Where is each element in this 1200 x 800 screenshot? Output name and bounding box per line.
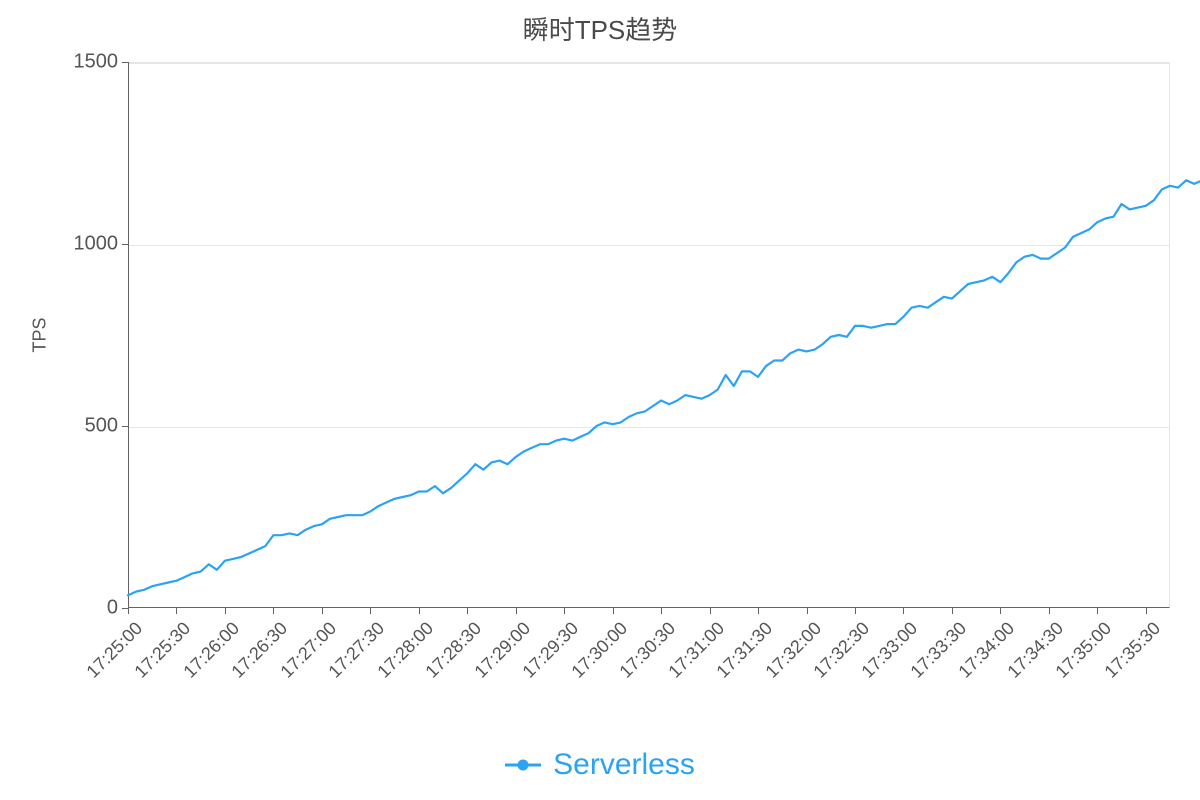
x-tick-mark [1146,608,1147,614]
legend: Serverless [0,748,1200,782]
y-tick-label: 500 [38,415,118,438]
x-tick-mark [176,608,177,614]
x-tick-mark [661,608,662,614]
x-tick-mark [1000,608,1001,614]
chart-title: 瞬时TPS趋势 [0,10,1200,47]
series-line-serverless [128,135,1200,596]
x-tick-mark [225,608,226,614]
x-tick-mark [128,608,129,614]
y-tick-mark [122,62,128,63]
x-tick-mark [952,608,953,614]
y-tick-mark [122,244,128,245]
x-tick-mark [1097,608,1098,614]
legend-item-serverless[interactable]: Serverless [505,748,695,782]
x-tick-mark [855,608,856,614]
x-tick-mark [807,608,808,614]
x-tick-mark [710,608,711,614]
x-tick-mark [467,608,468,614]
x-tick-mark [419,608,420,614]
legend-label: Serverless [553,748,695,782]
x-tick-mark [613,608,614,614]
legend-swatch-icon [505,759,541,771]
x-tick-mark [564,608,565,614]
x-tick-mark [322,608,323,614]
y-tick-label: 1000 [38,233,118,256]
x-tick-mark [903,608,904,614]
y-axis-title: TPS [30,317,51,352]
x-tick-mark [516,608,517,614]
y-tick-mark [122,426,128,427]
y-tick-label: 0 [38,597,118,620]
x-tick-mark [1049,608,1050,614]
x-tick-mark [273,608,274,614]
x-tick-mark [370,608,371,614]
y-tick-label: 1500 [38,51,118,74]
chart-line-layer [128,62,1170,608]
x-tick-mark [758,608,759,614]
